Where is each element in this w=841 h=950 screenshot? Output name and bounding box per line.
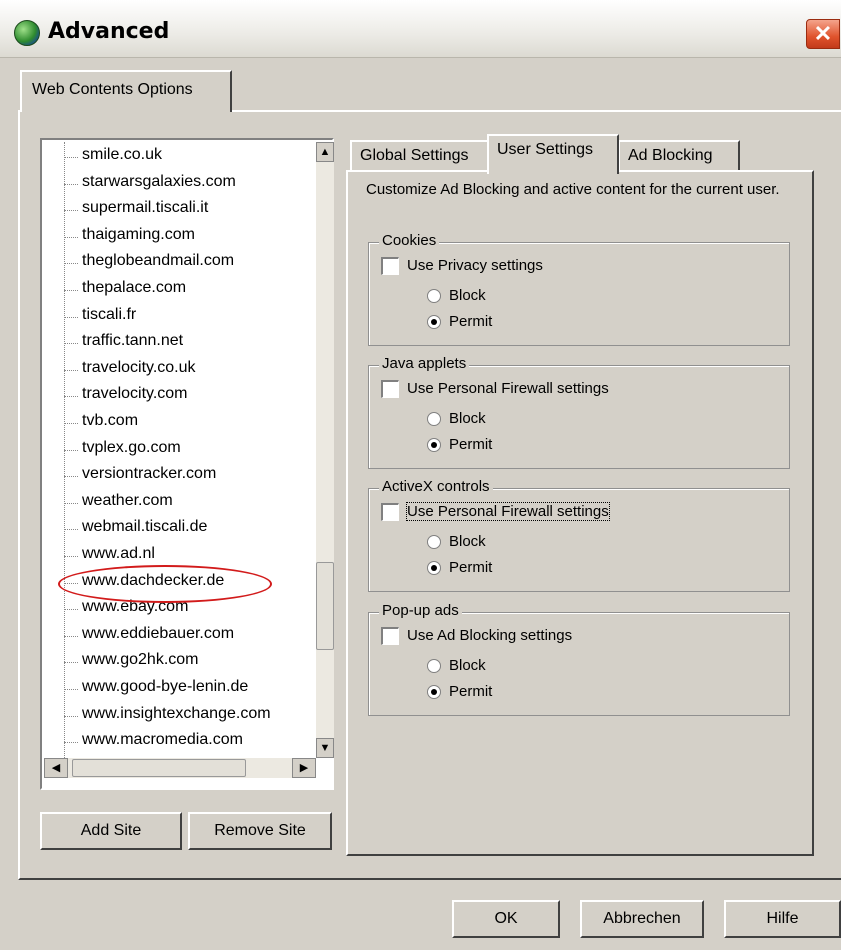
group-box: Java applets Use Personal Firewall settin…	[368, 355, 790, 469]
site-list-item[interactable]: www.macromedia.com	[64, 731, 243, 754]
group-title: ActiveX controls	[379, 478, 493, 495]
site-list-item[interactable]: smile.co.uk	[64, 146, 162, 169]
radio-button[interactable]	[427, 659, 441, 674]
highlight-circle-annotation	[58, 565, 272, 603]
add-site-button[interactable]: Add Site	[40, 812, 182, 850]
site-list-item[interactable]: www.go2hk.com	[64, 651, 199, 674]
site-list-item[interactable]: tvplex.go.com	[64, 439, 181, 462]
settings-description: Customize Ad Blocking and active content…	[366, 181, 780, 198]
group-title: Cookies	[379, 232, 440, 249]
tab-web-contents-options[interactable]: Web Contents Options	[20, 70, 232, 112]
title-bar: Advanced ✕	[0, 0, 841, 58]
close-button[interactable]: ✕	[806, 19, 840, 49]
site-list[interactable]: smile.co.uk starwarsgalaxies.com supermail…	[40, 138, 334, 790]
globe-icon	[14, 20, 40, 46]
site-list-item[interactable]: traffic.tann.net	[64, 332, 183, 355]
checkbox-box[interactable]	[381, 380, 399, 399]
radio-button[interactable]	[427, 535, 441, 550]
checkbox-label: Use Personal Firewall settings	[407, 380, 609, 397]
permit-radio[interactable]: Permit	[427, 559, 492, 576]
block-radio[interactable]: Block	[427, 657, 486, 674]
group-box: ActiveX controls Use Personal Firewall se…	[368, 478, 790, 592]
horizontal-scrollbar[interactable]: ◀ ▶	[44, 758, 316, 778]
window-title: Advanced	[48, 19, 170, 44]
cancel-button[interactable]: Abbrechen	[580, 900, 704, 938]
use-settings-checkbox[interactable]: Use Personal Firewall settings	[381, 380, 609, 399]
block-radio[interactable]: Block	[427, 287, 486, 304]
site-list-item[interactable]: webmail.tiscali.de	[64, 518, 207, 541]
radio-label: Permit	[449, 559, 493, 576]
scroll-up-button[interactable]: ▲	[316, 142, 334, 162]
radio-button[interactable]	[427, 315, 441, 330]
site-list-item[interactable]: travelocity.com	[64, 385, 188, 408]
site-list-item[interactable]: thepalace.com	[64, 279, 186, 302]
site-list-item[interactable]: thaigaming.com	[64, 226, 195, 249]
site-list-item[interactable]: tvb.com	[64, 412, 138, 435]
radio-button[interactable]	[427, 561, 441, 576]
site-list-items: smile.co.uk starwarsgalaxies.com supermail…	[44, 142, 316, 758]
radio-label: Permit	[449, 683, 493, 700]
permit-radio[interactable]: Permit	[427, 313, 492, 330]
block-radio[interactable]: Block	[427, 410, 486, 427]
use-settings-checkbox[interactable]: Use Personal Firewall settings	[381, 502, 610, 522]
scroll-right-button[interactable]: ▶	[292, 758, 316, 778]
radio-button[interactable]	[427, 289, 441, 304]
site-list-item[interactable]: travelocity.co.uk	[64, 359, 196, 382]
radio-label: Block	[449, 533, 486, 550]
tab-ad-blocking[interactable]: Ad Blocking	[618, 140, 740, 172]
radio-label: Permit	[449, 436, 493, 453]
permit-radio[interactable]: Permit	[427, 683, 492, 700]
site-list-item[interactable]: www.eddiebauer.com	[64, 625, 234, 648]
permit-radio[interactable]: Permit	[427, 436, 492, 453]
site-list-item[interactable]: theglobeandmail.com	[64, 252, 234, 275]
radio-label: Block	[449, 410, 486, 427]
vertical-scrollbar[interactable]: ▲ ▼	[316, 142, 334, 758]
checkbox-box[interactable]	[381, 503, 399, 522]
site-list-item[interactable]: supermail.tiscali.it	[64, 199, 208, 222]
radio-button[interactable]	[427, 412, 441, 427]
use-settings-checkbox[interactable]: Use Privacy settings	[381, 257, 543, 276]
site-list-item[interactable]: weather.com	[64, 492, 173, 515]
checkbox-box[interactable]	[381, 257, 399, 276]
horizontal-scroll-thumb[interactable]	[72, 759, 246, 777]
scroll-thumb[interactable]	[316, 562, 334, 650]
site-list-item[interactable]: tiscali.fr	[64, 306, 136, 329]
site-list-item[interactable]: www.insightexchange.com	[64, 705, 271, 728]
advanced-dialog: Advanced ✕ Web Contents Options smile.co…	[0, 0, 841, 950]
block-radio[interactable]: Block	[427, 533, 486, 550]
help-button[interactable]: Hilfe	[724, 900, 841, 938]
group-title: Java applets	[379, 355, 470, 372]
scroll-left-button[interactable]: ◀	[44, 758, 68, 778]
tab-global-settings[interactable]: Global Settings	[350, 140, 490, 172]
radio-label: Block	[449, 287, 486, 304]
ok-button[interactable]: OK	[452, 900, 560, 938]
radio-button[interactable]	[427, 685, 441, 700]
scroll-down-button[interactable]: ▼	[316, 738, 334, 758]
radio-button[interactable]	[427, 438, 441, 453]
tab-user-settings[interactable]: User Settings	[487, 134, 619, 174]
site-list-item[interactable]: www.good-bye-lenin.de	[64, 678, 248, 701]
checkbox-label: Use Personal Firewall settings	[406, 502, 610, 521]
checkbox-box[interactable]	[381, 627, 399, 646]
radio-label: Permit	[449, 313, 493, 330]
checkbox-label: Use Privacy settings	[407, 257, 543, 274]
use-settings-checkbox[interactable]: Use Ad Blocking settings	[381, 627, 573, 646]
site-list-item[interactable]: starwarsgalaxies.com	[64, 173, 236, 196]
group-box: Pop-up ads Use Ad Blocking settings Block P…	[368, 602, 790, 716]
remove-site-button[interactable]: Remove Site	[188, 812, 332, 850]
group-box: Cookies Use Privacy settings Block Permit	[368, 232, 790, 346]
site-list-item[interactable]: versiontracker.com	[64, 465, 216, 488]
checkbox-label: Use Ad Blocking settings	[407, 627, 573, 644]
radio-label: Block	[449, 657, 486, 674]
group-title: Pop-up ads	[379, 602, 462, 619]
